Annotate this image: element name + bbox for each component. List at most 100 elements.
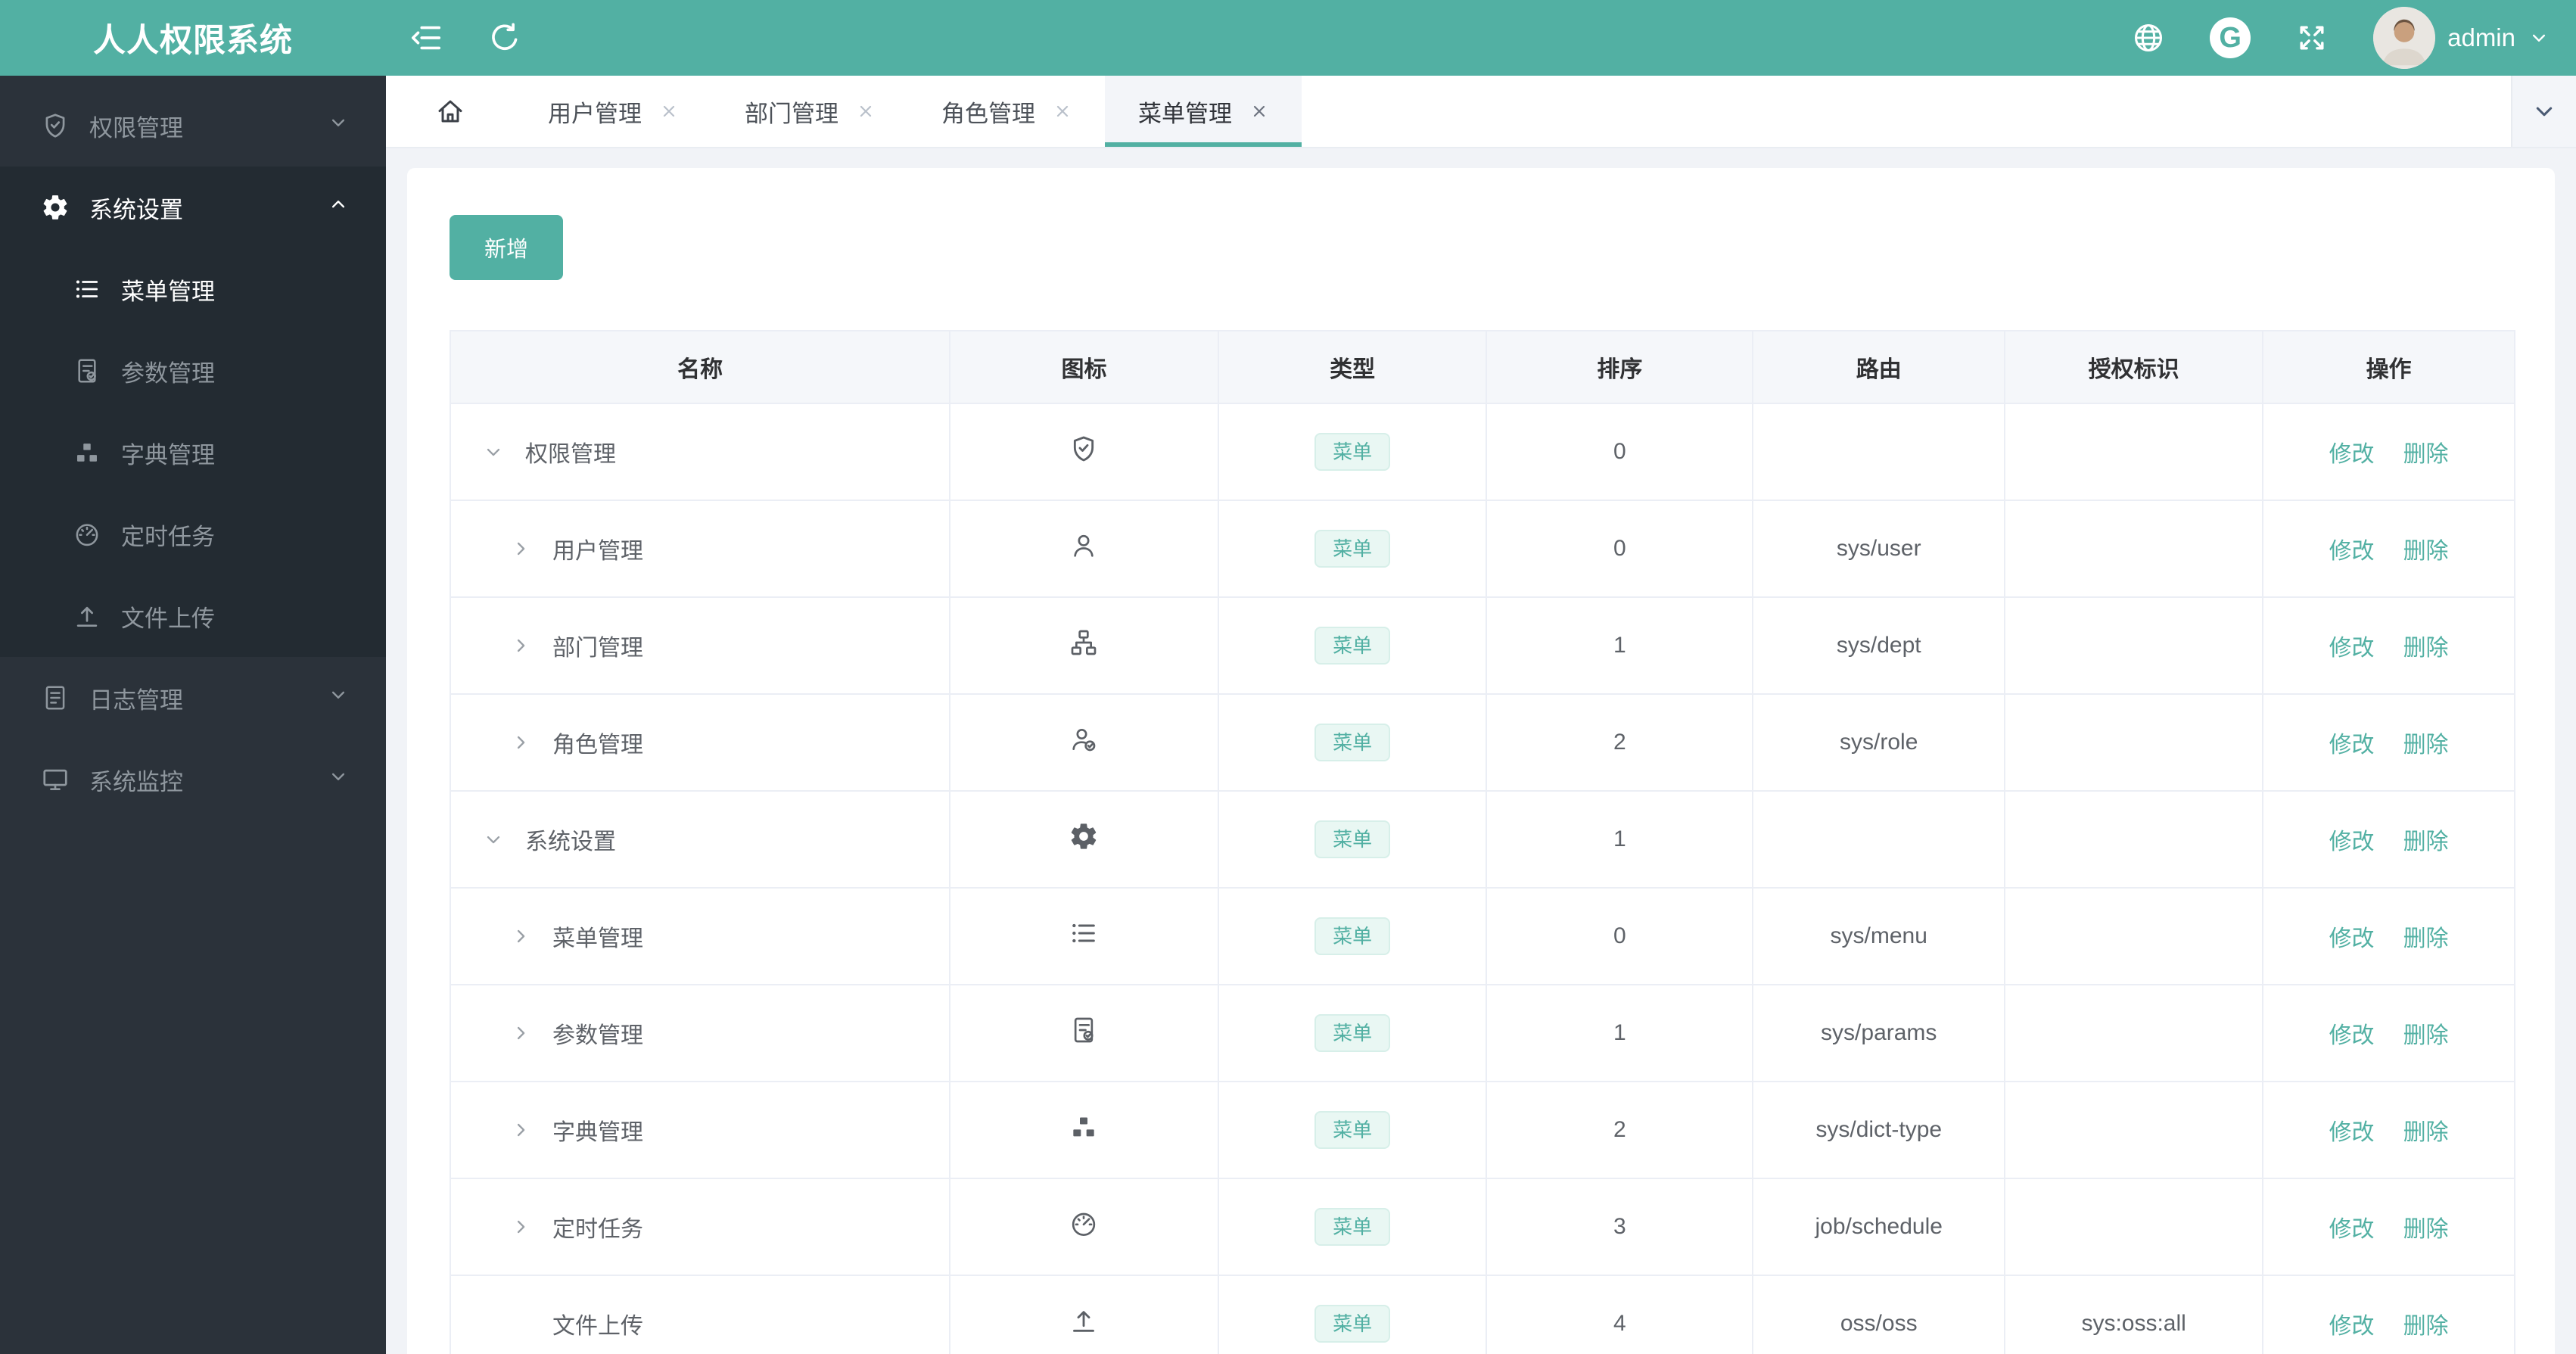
menu-name: 角色管理 — [552, 733, 643, 758]
table-header-row: 名称 图标 类型 排序 路由 授权标识 操作 — [449, 330, 2515, 404]
sidebar-collapse-icon[interactable] — [409, 20, 443, 55]
delete-link[interactable]: 删除 — [2403, 636, 2449, 661]
expand-arrow-icon[interactable] — [483, 829, 504, 850]
close-icon[interactable] — [1250, 102, 1268, 120]
avatar[interactable] — [2373, 7, 2436, 69]
route-value: job/schedule — [1752, 1178, 2006, 1276]
sidebar-item-menu-mgmt[interactable]: 菜单管理 — [0, 248, 386, 330]
table-row: 权限管理 菜单 0 修改 删除 — [449, 403, 2515, 501]
route-value — [1752, 403, 2006, 501]
expand-arrow-icon[interactable] — [510, 1216, 531, 1237]
sort-value: 2 — [1486, 693, 1754, 792]
perm-value — [2004, 1178, 2264, 1276]
delete-link[interactable]: 删除 — [2403, 1023, 2449, 1048]
type-badge: 菜单 — [1314, 1208, 1391, 1246]
delete-link[interactable]: 删除 — [2403, 830, 2449, 854]
perm-value: sys:oss:all — [2004, 1275, 2264, 1354]
table-row: 参数管理 菜单 1 sys/params 修改 删除 — [449, 984, 2515, 1082]
edit-link[interactable]: 修改 — [2329, 830, 2375, 854]
perm-value — [2004, 790, 2264, 889]
user-icon — [1069, 531, 1099, 561]
menu-name: 系统设置 — [525, 830, 616, 854]
log-icon — [41, 683, 70, 712]
route-value: sys/menu — [1752, 887, 2006, 985]
menu-name: 参数管理 — [552, 1023, 643, 1048]
close-icon[interactable] — [857, 102, 875, 120]
gauge-icon — [73, 520, 101, 549]
shield-icon — [1069, 434, 1099, 464]
sidebar-item-file-upload[interactable]: 文件上传 — [0, 575, 386, 657]
tab-home[interactable] — [386, 76, 515, 147]
refresh-icon[interactable] — [487, 20, 522, 55]
tab-dept-mgmt[interactable]: 部门管理 — [711, 76, 908, 147]
edit-link[interactable]: 修改 — [2329, 1023, 2375, 1048]
main-area: 用户管理 部门管理 角色管理 菜单管理 新增 名称 图标 类型 排序 路由 授权… — [386, 76, 2576, 1354]
monitor-icon — [41, 765, 70, 794]
document-check-icon — [73, 356, 101, 385]
close-icon[interactable] — [1053, 102, 1072, 120]
sidebar-item-params-mgmt[interactable]: 参数管理 — [0, 330, 386, 412]
delete-link[interactable]: 删除 — [2403, 442, 2449, 467]
blocks-icon — [1069, 1112, 1099, 1142]
list-icon — [73, 275, 101, 303]
edit-link[interactable]: 修改 — [2329, 442, 2375, 467]
sidebar-item-permission-mgmt[interactable]: 权限管理 — [0, 85, 386, 167]
chevron-down-icon — [327, 683, 350, 712]
edit-link[interactable]: 修改 — [2329, 1314, 2375, 1339]
expand-arrow-icon[interactable] — [510, 732, 531, 753]
tab-user-mgmt[interactable]: 用户管理 — [515, 76, 711, 147]
route-value: sys/dept — [1752, 596, 2006, 695]
expand-arrow-icon[interactable] — [510, 926, 531, 947]
tab-bar: 用户管理 部门管理 角色管理 菜单管理 — [386, 76, 2576, 148]
chevron-down-icon — [327, 765, 350, 794]
col-header-ops: 操作 — [2262, 330, 2515, 404]
gear-icon — [1069, 821, 1099, 851]
delete-link[interactable]: 删除 — [2403, 539, 2449, 564]
sidebar-item-schedule[interactable]: 定时任务 — [0, 493, 386, 575]
edit-link[interactable]: 修改 — [2329, 1217, 2375, 1242]
edit-link[interactable]: 修改 — [2329, 636, 2375, 661]
sidebar-item-log-mgmt[interactable]: 日志管理 — [0, 657, 386, 739]
close-icon[interactable] — [660, 102, 678, 120]
menu-name: 权限管理 — [525, 442, 616, 467]
edit-link[interactable]: 修改 — [2329, 539, 2375, 564]
type-badge: 菜单 — [1314, 1111, 1391, 1149]
edit-link[interactable]: 修改 — [2329, 926, 2375, 951]
list-icon — [1069, 918, 1099, 948]
sidebar-item-system-settings[interactable]: 系统设置 — [0, 167, 386, 248]
expand-arrow-icon[interactable] — [510, 1119, 531, 1141]
language-globe-icon[interactable] — [2131, 20, 2166, 55]
tab-options-button[interactable] — [2511, 76, 2576, 147]
delete-link[interactable]: 删除 — [2403, 733, 2449, 758]
expand-arrow-icon[interactable] — [483, 441, 504, 462]
expand-arrow-icon[interactable] — [510, 635, 531, 656]
table-row: 系统设置 菜单 1 修改 删除 — [449, 790, 2515, 889]
sidebar-item-system-monitor[interactable]: 系统监控 — [0, 739, 386, 820]
expand-arrow-icon[interactable] — [510, 538, 531, 559]
route-value: sys/user — [1752, 500, 2006, 598]
delete-link[interactable]: 删除 — [2403, 926, 2449, 951]
sidebar: 权限管理 系统设置 菜单管理 参数管理 字典管理 定时任务 文件上传 日志管理 … — [0, 76, 386, 1354]
fullscreen-icon[interactable] — [2294, 20, 2329, 55]
delete-link[interactable]: 删除 — [2403, 1314, 2449, 1339]
tab-menu-mgmt[interactable]: 菜单管理 — [1105, 76, 1302, 147]
gear-icon — [41, 193, 70, 222]
tab-role-mgmt[interactable]: 角色管理 — [908, 76, 1105, 147]
delete-link[interactable]: 删除 — [2403, 1217, 2449, 1242]
perm-value — [2004, 1081, 2264, 1179]
table-row: 菜单管理 菜单 0 sys/menu 修改 删除 — [449, 887, 2515, 985]
expand-arrow-icon[interactable] — [510, 1023, 531, 1044]
delete-link[interactable]: 删除 — [2403, 1120, 2449, 1145]
edit-link[interactable]: 修改 — [2329, 733, 2375, 758]
user-menu[interactable]: admin — [2373, 7, 2550, 69]
tab-label: 角色管理 — [941, 100, 1035, 127]
route-value: oss/oss — [1752, 1275, 2006, 1354]
add-button[interactable]: 新增 — [450, 215, 564, 280]
col-header-perm: 授权标识 — [2004, 330, 2264, 404]
gitee-icon[interactable]: G — [2210, 17, 2251, 58]
table-row: 字典管理 菜单 2 sys/dict-type 修改 删除 — [449, 1081, 2515, 1179]
edit-link[interactable]: 修改 — [2329, 1120, 2375, 1145]
route-value: sys/role — [1752, 693, 2006, 792]
sidebar-item-dict-mgmt[interactable]: 字典管理 — [0, 412, 386, 493]
table-row: 角色管理 菜单 2 sys/role 修改 删除 — [449, 693, 2515, 792]
